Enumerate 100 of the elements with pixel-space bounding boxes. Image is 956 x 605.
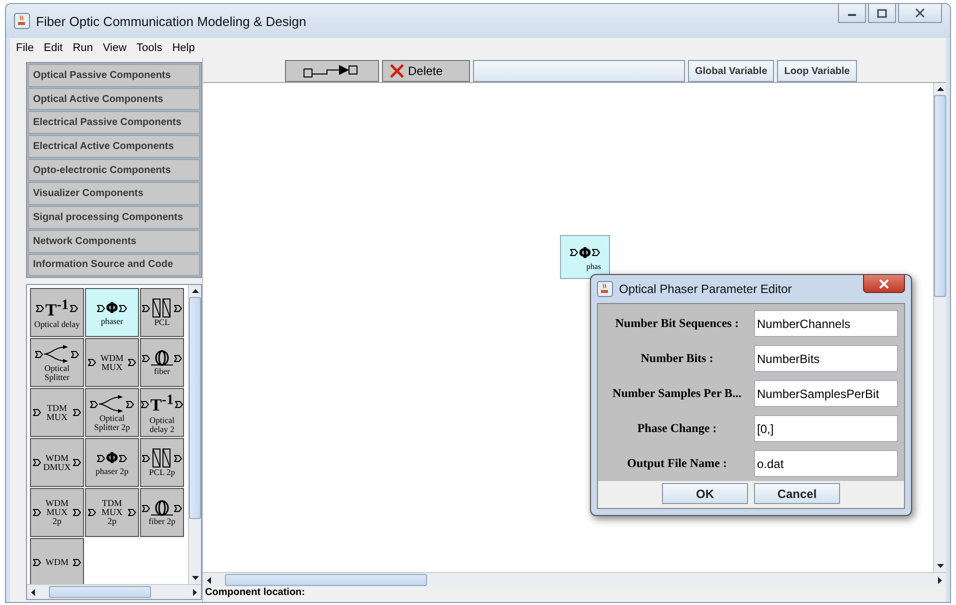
minimize-button[interactable] [838,4,866,23]
maximize-icon [877,8,887,18]
component-tile[interactable]: WDM [30,538,84,584]
port-icon [96,304,105,312]
arrow-left-icon[interactable] [31,588,35,596]
component-tile[interactable]: PCL 2p [140,438,184,488]
close-button[interactable] [898,4,942,23]
field-label: Number Bits : [640,351,714,366]
category-button[interactable]: Electrical Active Components [28,135,200,158]
scroll-thumb[interactable] [934,95,946,297]
mux-label: TDM MUX 2p [100,499,124,526]
dialog-button[interactable]: Cancel [754,483,840,504]
variable-button[interactable]: Global Variable [688,60,774,82]
scrollbar[interactable] [933,83,946,572]
port-icon [174,504,182,512]
mux-label: WDM [44,558,70,568]
input-field[interactable]: [0,] [754,415,898,442]
port-icon [174,304,182,312]
arrow-down-icon[interactable] [936,564,944,568]
cup-icon [597,281,613,297]
port-icon [174,354,182,362]
arrow-left-icon[interactable] [207,576,211,584]
field-label: Number Samples Per B... [612,386,742,401]
delete-button[interactable]: Delete [382,60,470,82]
component-tile[interactable]: fiber [140,338,184,388]
component-tile[interactable]: Φ phaser 2p [85,438,139,488]
scroll-thumb[interactable] [49,586,151,598]
component-tile[interactable]: fiber 2p [140,488,184,538]
component-tile[interactable]: Optical Splitter 2p [85,388,139,438]
close-button[interactable] [863,275,905,293]
fiber-coil-icon [151,499,173,518]
port-icon [142,304,150,312]
design-canvas[interactable]: Φ phas Optical Phaser Parameter Editor Number Bit Sequences : NumberChannels Number Bits : NumberBits Number Samples Per B... NumberSamplesPerBit Phase Change : [0,] Output File Name : o.dat OK Cancel [203,83,933,572]
scroll-thumb[interactable] [225,574,427,586]
menu-item[interactable]: Tools [136,42,162,54]
tile-label: Optical delay [34,320,80,329]
tile-label: fiber 2p [148,517,176,526]
mux-label: WDM DMUX [42,454,72,472]
component-tile[interactable]: WDM MUX [85,338,139,388]
category-button[interactable]: Signal processing Components [28,206,200,229]
tile-label: fiber [154,367,170,376]
port-icon [570,249,578,256]
input-field[interactable]: o.dat [754,450,898,477]
scrollbar[interactable] [188,285,201,584]
port-icon [142,454,150,462]
scrollbar[interactable] [203,572,946,587]
input-field[interactable]: NumberBits [754,345,898,372]
category-button[interactable]: Optical Active Components [28,88,200,110]
menu-item[interactable]: Help [172,42,195,54]
port-icon [71,350,79,358]
port-icon [119,454,128,462]
arrow-right-icon[interactable] [938,576,942,584]
component-tile[interactable]: T$^{-1}$ Optical delay 2 [140,388,184,438]
scroll-thumb[interactable] [189,297,201,520]
category-button[interactable]: Electrical Passive Components [28,111,200,134]
category-button[interactable]: Opto-electronic Components [28,158,200,182]
variable-button[interactable]: Loop Variable [777,60,857,82]
port-icon [33,459,41,466]
arrow-down-icon[interactable] [192,576,198,580]
fiber-coil-icon [151,349,173,368]
port-icon [174,400,183,408]
menu-item[interactable]: View [102,42,127,54]
menu-item[interactable]: Edit [44,42,63,54]
port-icon [36,304,44,312]
component-tile[interactable]: WDM MUX 2p [30,488,84,538]
component-tile[interactable]: T$^{-1}$ Optical delay [30,288,84,338]
connect-tool-button[interactable] [285,60,379,82]
port-icon [35,350,43,358]
tile-label: PCL [154,318,170,327]
phase-symbol: Φ [106,299,118,318]
port-icon [174,454,182,462]
input-field[interactable]: NumberSamplesPerBit [754,380,898,407]
category-button[interactable]: Information Source and Code [28,254,200,276]
arrow-up-icon[interactable] [936,87,944,91]
window-title: Fiber Optic Communication Modeling & Design [36,14,306,28]
maximize-button[interactable] [868,4,896,23]
phaser-node[interactable]: Φ phas [560,235,610,279]
toolbar-field[interactable] [473,60,685,82]
port-icon [70,304,78,312]
arrow-up-icon[interactable] [192,289,198,294]
component-tile[interactable]: PCL [140,288,184,338]
input-field[interactable]: NumberChannels [754,310,898,337]
menu-item[interactable]: File [16,42,34,54]
menu-item[interactable]: Run [72,42,93,54]
component-tile[interactable]: TDM MUX [30,388,84,438]
port-icon [73,459,81,466]
arrow-right-icon[interactable] [193,588,197,596]
port-icon [592,249,600,256]
dialog-button[interactable]: OK [662,483,748,504]
component-tile[interactable]: TDM MUX 2p [85,488,139,538]
splitter-icon [44,344,70,364]
category-button[interactable]: Optical Passive Components [28,64,200,87]
category-button[interactable]: Visualizer Components [28,182,200,206]
scrollbar[interactable] [27,584,201,599]
slanted-bars-icon [151,448,173,468]
category-button[interactable]: Network Components [28,230,200,252]
component-tile[interactable]: Optical Splitter [30,338,84,388]
component-tile[interactable]: Φ phaser [85,288,139,338]
splitter-icon [99,394,125,414]
component-tile[interactable]: WDM DMUX [30,438,84,488]
